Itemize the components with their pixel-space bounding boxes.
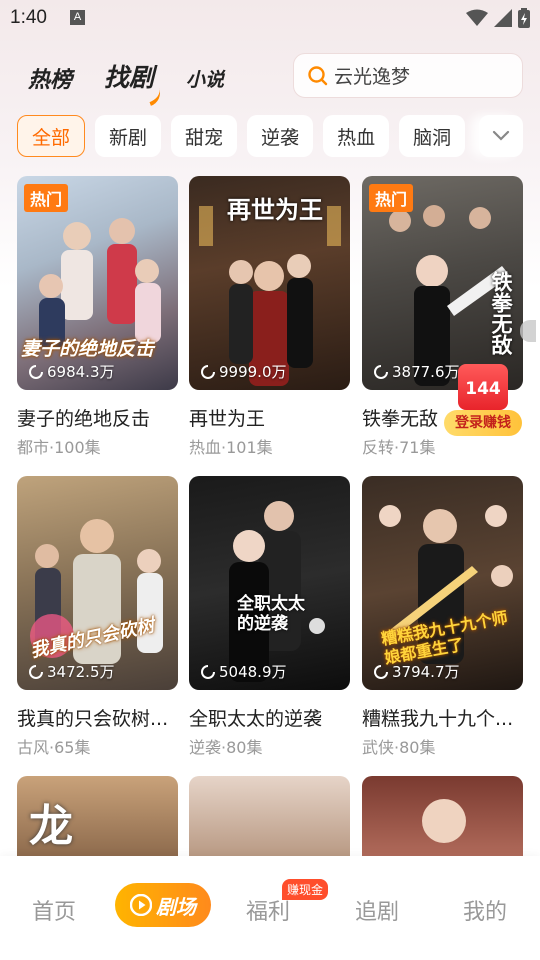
poster-title-text: 再世为王 (227, 195, 323, 224)
search-placeholder: 云光逸梦 (334, 66, 411, 88)
status-icons (466, 8, 530, 28)
category-passion[interactable]: 热血 (323, 115, 390, 157)
view-count: 9999.0万 (201, 361, 287, 382)
poster-title-text: 龙 (29, 801, 73, 852)
view-count-value: 5048.9万 (219, 663, 287, 681)
drama-meta: 反转·71集 (362, 438, 436, 457)
wifi-icon (466, 9, 488, 26)
chevron-down-icon (492, 130, 510, 141)
view-count-value: 6984.3万 (47, 363, 115, 381)
play-count-icon (29, 364, 43, 379)
drama-title[interactable]: 再世为王 (189, 404, 350, 431)
drama-meta: 热血·101集 (189, 438, 273, 457)
drama-poster[interactable]: 热门 妻子的绝地反击 6984.3万 (17, 176, 178, 390)
view-count: 5048.9万 (201, 661, 287, 682)
drama-poster[interactable] (362, 776, 523, 856)
tab-find-drama[interactable]: 找剧 (104, 58, 165, 106)
drama-poster[interactable]: 热门 铁拳无敌 3877.6万 (362, 176, 523, 390)
tab-novel[interactable]: 小说 (186, 65, 224, 92)
status-bar: 1:40 A (0, 0, 540, 36)
poster-art (229, 501, 325, 682)
search-input[interactable]: 云光逸梦 (293, 53, 523, 98)
red-envelope-icon: 144 (458, 364, 508, 410)
drama-poster[interactable]: 再世为王 9999.0万 (189, 176, 350, 390)
notification-icon: A (70, 10, 85, 25)
view-count-value: 3472.5万 (47, 663, 115, 681)
play-icon (130, 894, 152, 916)
bottom-nav: 首页 剧场 福利 赚现金 追剧 我的 (0, 856, 540, 960)
nav-mine[interactable]: 我的 (463, 894, 507, 926)
play-count-icon (374, 364, 388, 379)
expand-categories-button[interactable] (479, 115, 523, 157)
side-scroll-handle[interactable] (520, 320, 536, 342)
drama-title[interactable]: 全职太太的逆袭 (189, 704, 350, 731)
drama-poster[interactable]: 糟糕我九十九个师娘都重生了 3794.7万 (362, 476, 523, 690)
tab-find-drama-label: 找剧 (104, 63, 155, 92)
category-brainhole[interactable]: 脑洞 (399, 115, 466, 157)
signal-icon (494, 9, 512, 27)
nav-theater-label: 剧场 (156, 894, 196, 919)
battery-icon (518, 8, 530, 28)
play-count-icon (201, 664, 215, 679)
view-count: 3472.5万 (29, 661, 115, 682)
nav-follow[interactable]: 追剧 (355, 894, 399, 926)
poster-title-text: 全职太太的逆袭 (237, 594, 305, 634)
poster-art (422, 799, 466, 843)
drama-poster[interactable]: 全职太太的逆袭 5048.9万 (189, 476, 350, 690)
category-sweet[interactable]: 甜宠 (171, 115, 238, 157)
drama-poster[interactable]: 龙 (17, 776, 178, 856)
category-all[interactable]: 全部 (17, 115, 86, 157)
status-time: 1:40 (10, 7, 47, 28)
category-new[interactable]: 新剧 (95, 115, 162, 157)
view-count: 6984.3万 (29, 361, 115, 382)
category-comeback[interactable]: 逆袭 (247, 115, 314, 157)
drama-poster[interactable] (189, 776, 350, 856)
earn-money-widget[interactable]: 144 登录赚钱 (442, 364, 524, 436)
view-count-value: 9999.0万 (219, 363, 287, 381)
nav-theater[interactable]: 剧场 (115, 883, 211, 927)
drama-meta: 逆袭·80集 (189, 738, 263, 757)
nav-home[interactable]: 首页 (32, 894, 76, 926)
drama-title[interactable]: 我真的只会砍树... (17, 704, 178, 731)
view-count-value: 3794.7万 (392, 663, 460, 681)
tab-hot-list[interactable]: 热榜 (28, 62, 72, 94)
poster-title-text: 妻子的绝地反击 (21, 338, 155, 360)
earn-label: 登录赚钱 (444, 410, 522, 436)
welfare-badge: 赚现金 (282, 879, 329, 900)
hot-badge: 热门 (24, 184, 69, 212)
active-tab-indicator (146, 88, 165, 106)
search-icon (308, 65, 328, 85)
drama-meta: 武侠·80集 (362, 738, 436, 757)
drama-meta: 古风·65集 (17, 738, 91, 757)
play-count-icon (374, 664, 388, 679)
drama-title[interactable]: 妻子的绝地反击 (17, 404, 178, 431)
top-tabs: 热榜 找剧 小说 (28, 58, 256, 106)
play-count-icon (201, 364, 215, 379)
view-count: 3794.7万 (374, 661, 460, 682)
drama-title[interactable]: 糟糕我九十九个... (362, 704, 523, 731)
drama-poster[interactable]: 我真的只会砍树 3472.5万 (17, 476, 178, 690)
play-count-icon (29, 664, 43, 679)
earn-count: 144 (465, 379, 501, 399)
drama-meta: 都市·100集 (17, 438, 101, 457)
category-chips: 全部 新剧 甜宠 逆袭 热血 脑洞 (17, 115, 466, 157)
hot-badge: 热门 (369, 184, 414, 212)
poster-title-text: 铁拳无敌 (489, 271, 514, 355)
